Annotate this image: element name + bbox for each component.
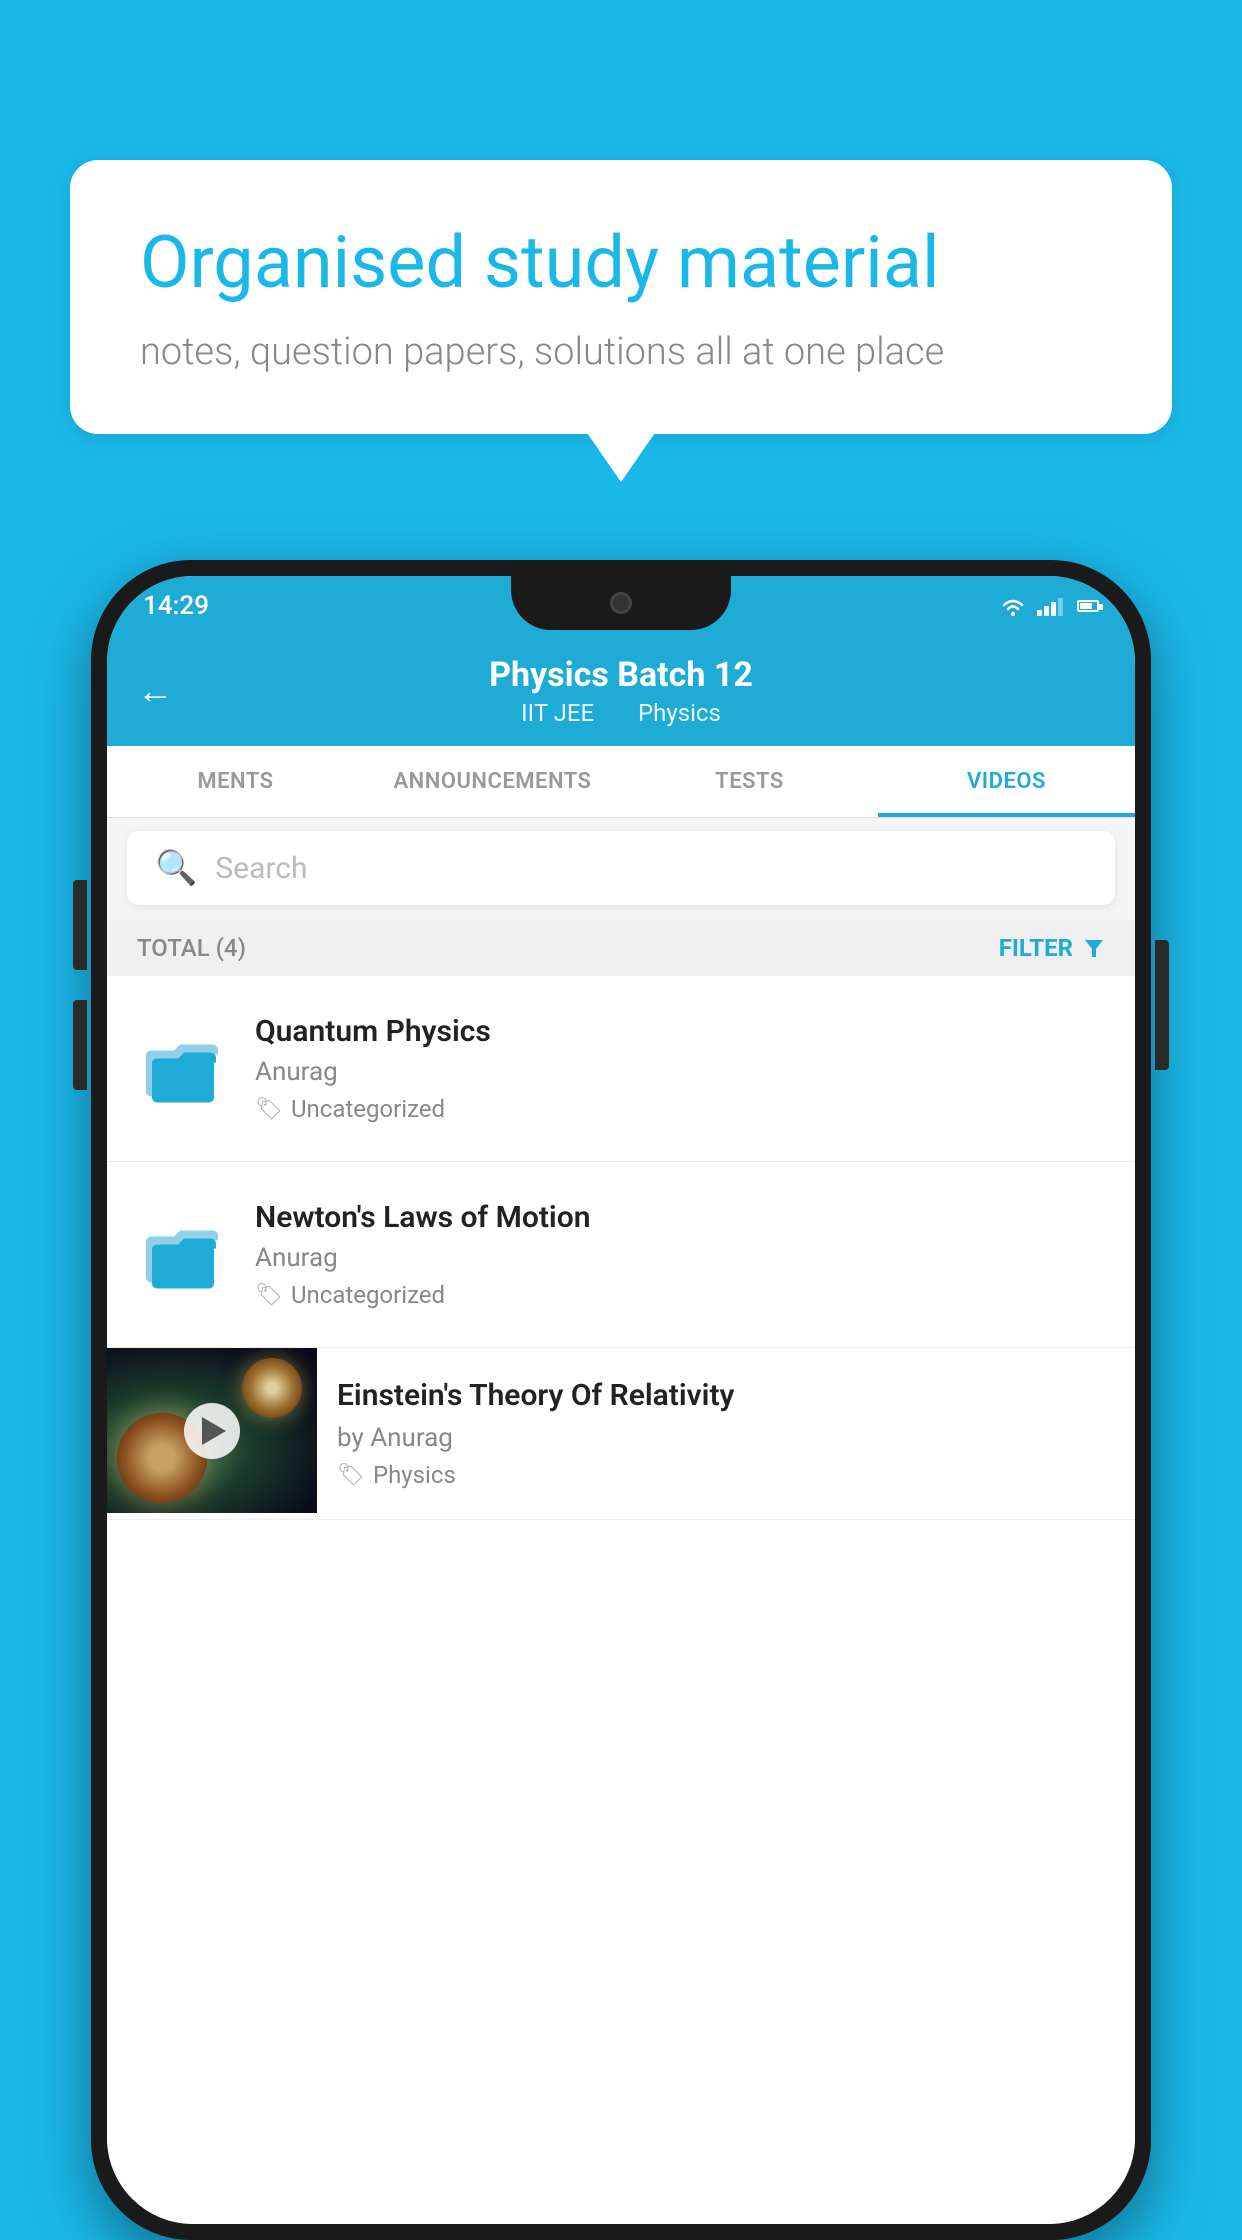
battery-icon — [1077, 600, 1099, 612]
camera-notch — [610, 592, 632, 614]
folder-icon — [142, 1217, 222, 1292]
search-icon: 🔍 — [155, 848, 197, 888]
filter-button[interactable]: FILTER — [999, 934, 1105, 962]
search-container[interactable]: 🔍 Search — [127, 831, 1115, 905]
signal-icon — [1037, 596, 1063, 616]
folder-icon-container — [137, 1210, 227, 1300]
app-header: ← Physics Batch 12 IIT JEE Physics — [107, 636, 1135, 746]
phone-screen: 14:29 — [107, 576, 1135, 2224]
phone-frame: 14:29 — [91, 560, 1151, 2240]
filter-bar: TOTAL (4) FILTER — [107, 920, 1135, 976]
folder-icon — [142, 1031, 222, 1106]
notch — [511, 576, 731, 630]
item-title: Newton's Laws of Motion — [255, 1200, 1105, 1235]
tabs-bar: MENTS ANNOUNCEMENTS TESTS VIDEOS — [107, 746, 1135, 818]
item-tag: 🏷 Uncategorized — [255, 1281, 1105, 1309]
play-icon — [202, 1417, 226, 1445]
header-title: Physics Batch 12 — [489, 655, 753, 695]
content-list: Quantum Physics Anurag 🏷 Uncategorized — [107, 976, 1135, 2224]
tag-icon: 🏷 — [255, 1283, 283, 1308]
media-content: Einstein's Theory Of Relativity by Anura… — [317, 1348, 1135, 1519]
header-subtitle-iitjee: IIT JEE — [521, 699, 594, 727]
item-tag-text: Uncategorized — [291, 1095, 445, 1123]
volume-up-button — [73, 880, 87, 970]
wifi-icon — [999, 595, 1027, 617]
item-tag-text: Uncategorized — [291, 1281, 445, 1309]
play-button[interactable] — [184, 1403, 240, 1459]
header-subtitle: IIT JEE Physics — [511, 699, 731, 727]
phone-container: 14:29 — [91, 560, 1151, 2240]
item-title: Quantum Physics — [255, 1014, 1105, 1049]
media-author: by Anurag — [337, 1423, 1115, 1453]
tab-ments[interactable]: MENTS — [107, 746, 364, 817]
media-tag: 🏷 Physics — [337, 1461, 1115, 1489]
item-author: Anurag — [255, 1057, 1105, 1087]
media-thumbnail — [107, 1348, 317, 1513]
list-item[interactable]: Quantum Physics Anurag 🏷 Uncategorized — [107, 976, 1135, 1162]
status-icons — [999, 595, 1099, 617]
speech-bubble-title: Organised study material — [140, 220, 1102, 306]
speech-bubble-subtitle: notes, question papers, solutions all at… — [140, 330, 1102, 374]
tab-announcements[interactable]: ANNOUNCEMENTS — [364, 746, 621, 817]
search-placeholder: Search — [215, 851, 307, 886]
speech-bubble-container: Organised study material notes, question… — [70, 160, 1172, 434]
tag-icon: 🏷 — [337, 1463, 365, 1488]
status-time: 14:29 — [143, 591, 209, 621]
tab-videos[interactable]: VIDEOS — [878, 746, 1135, 817]
tag-icon: 🏷 — [255, 1097, 283, 1122]
filter-label: FILTER — [999, 934, 1073, 962]
header-subtitle-physics: Physics — [638, 699, 721, 727]
folder-icon-container — [137, 1024, 227, 1114]
total-count-label: TOTAL (4) — [137, 934, 246, 962]
list-item[interactable]: Newton's Laws of Motion Anurag 🏷 Uncateg… — [107, 1162, 1135, 1348]
back-button[interactable]: ← — [137, 670, 173, 712]
item-tag: 🏷 Uncategorized — [255, 1095, 1105, 1123]
speech-bubble: Organised study material notes, question… — [70, 160, 1172, 434]
volume-down-button — [73, 1000, 87, 1090]
list-item-media[interactable]: Einstein's Theory Of Relativity by Anura… — [107, 1348, 1135, 1520]
filter-funnel-icon — [1083, 937, 1105, 959]
item-content: Quantum Physics Anurag 🏷 Uncategorized — [255, 1014, 1105, 1123]
tab-tests[interactable]: TESTS — [621, 746, 878, 817]
thumbnail-planet2 — [242, 1358, 302, 1418]
item-author: Anurag — [255, 1243, 1105, 1273]
media-title: Einstein's Theory Of Relativity — [337, 1378, 1115, 1413]
item-content: Newton's Laws of Motion Anurag 🏷 Uncateg… — [255, 1200, 1105, 1309]
power-button — [1155, 940, 1169, 1070]
media-tag-text: Physics — [373, 1461, 456, 1489]
